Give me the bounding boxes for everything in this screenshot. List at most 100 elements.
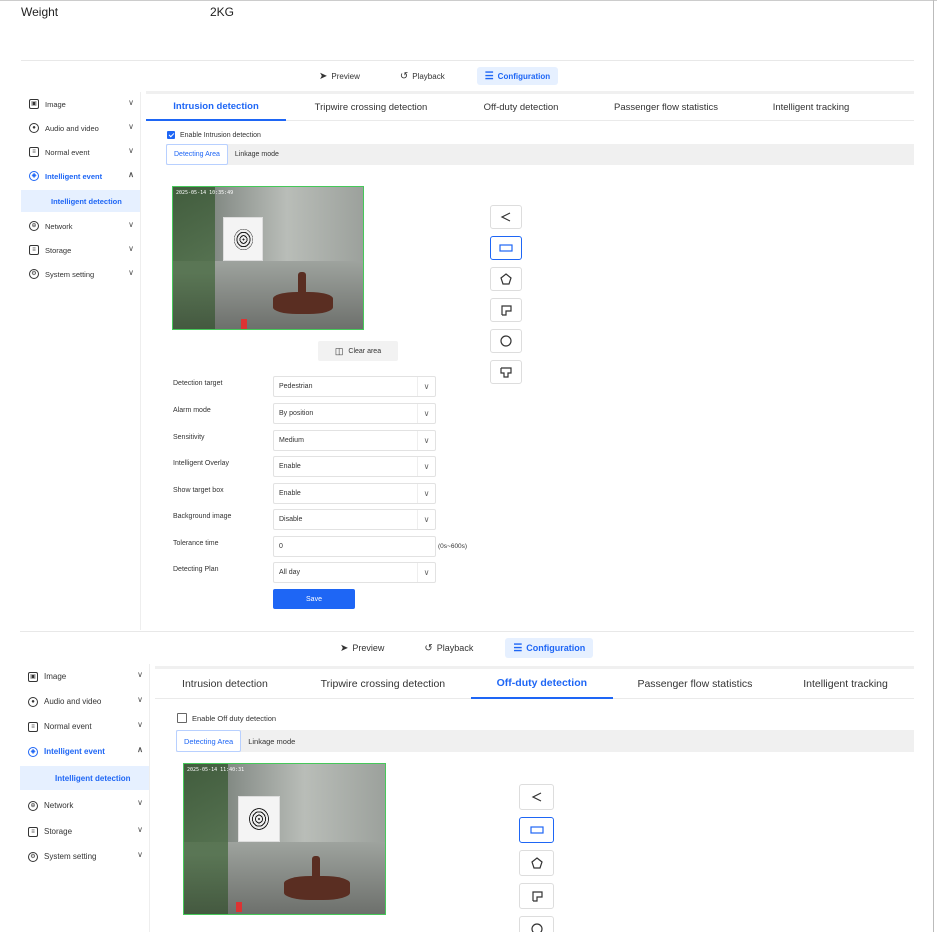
tab-tripwire-crossing-detection[interactable]: Tripwire crossing detection	[286, 94, 456, 121]
enable-intrusion-row[interactable]: Enable Intrusion detection	[167, 131, 261, 139]
clear-area-button[interactable]: ◫ Clear area	[318, 341, 398, 361]
chevron-down-icon: ∨	[137, 825, 143, 834]
draw-rectangle-button[interactable]	[490, 236, 522, 260]
draw-rectangle-button[interactable]	[519, 817, 554, 843]
sidebar-item-network[interactable]: ⊕ Network ∨	[20, 792, 149, 819]
sensitivity-select[interactable]: Medium ∨	[273, 430, 436, 451]
select-value: All day	[279, 569, 301, 576]
sidebar-item-network[interactable]: ⊕ Network ∨	[21, 214, 140, 238]
detection-target-select[interactable]: Pedestrian ∨	[273, 376, 436, 397]
sidebar-item-label: Storage	[45, 245, 72, 255]
tab-off-duty-detection[interactable]: Off-duty detection	[470, 669, 613, 699]
sidebar-item-image[interactable]: ▣ Image ∨	[21, 92, 140, 116]
tab-intelligent-tracking[interactable]: Intelligent tracking	[746, 94, 876, 121]
trash-icon: ◫	[334, 345, 344, 356]
nav-configuration[interactable]: ☰ Configuration	[476, 67, 559, 85]
video-timestamp: 2025-05-14 10:35:49	[176, 190, 234, 196]
intelligent-event-icon: ◈	[29, 171, 39, 181]
input-value: 0	[279, 543, 283, 550]
subtab-linkage-mode[interactable]: Linkage mode	[241, 730, 302, 752]
rectangle-icon	[499, 244, 513, 252]
shape-toolbar	[519, 784, 554, 932]
sidebar-item-system-setting[interactable]: ⚙ System setting ∨	[20, 844, 149, 869]
top-nav-bar: ➤ Preview ↺ Playback ☰ Configuration	[21, 60, 914, 90]
nav-configuration[interactable]: ☰ Configuration	[505, 638, 594, 658]
draw-triangle-button[interactable]	[490, 205, 522, 229]
nav-preview[interactable]: ➤ Preview	[311, 67, 368, 85]
chevron-down-icon: ∨	[417, 404, 435, 423]
sidebar-item-label: Network	[45, 221, 73, 231]
sidebar-item-normal-event[interactable]: ≡ Normal event ∨	[21, 140, 140, 164]
shape-toolbar	[490, 205, 522, 391]
intelligent-overlay-select[interactable]: Enable ∨	[273, 456, 436, 477]
chevron-down-icon: ∨	[137, 670, 143, 679]
save-button[interactable]: Save	[273, 589, 355, 609]
detecting-plan-select[interactable]: All day ∨	[273, 562, 436, 583]
chevron-down-icon: ∨	[128, 146, 134, 155]
preview-icon: ➤	[340, 642, 349, 654]
nav-preview[interactable]: ➤ Preview	[332, 638, 392, 658]
video-preview[interactable]: 2025-05-14 10:35:49	[172, 186, 364, 330]
tab-intrusion-detection[interactable]: Intrusion detection	[155, 669, 295, 699]
subtab-detecting-area[interactable]: Detecting Area	[166, 144, 228, 165]
sidebar-item-system-setting[interactable]: ⚙ System setting ∨	[21, 262, 140, 286]
sidebar-item-storage[interactable]: ≡ Storage ∨	[21, 238, 140, 262]
intelligent-event-icon: ◈	[28, 746, 38, 757]
enable-off-duty-checkbox[interactable]	[177, 713, 187, 723]
chevron-down-icon: ∨	[128, 244, 134, 253]
show-target-box-select[interactable]: Enable ∨	[273, 483, 436, 504]
sidebar-item-storage[interactable]: ≡ Storage ∨	[20, 819, 149, 844]
draw-l-shape-button[interactable]	[519, 883, 554, 909]
tab-tripwire-crossing-detection[interactable]: Tripwire crossing detection	[295, 669, 471, 699]
tab-intrusion-detection[interactable]: Intrusion detection	[146, 94, 286, 121]
sidebar-item-label: Image	[44, 672, 67, 681]
form-label: Show target box	[173, 487, 224, 494]
form-label: Detecting Plan	[173, 566, 219, 573]
tab-intelligent-tracking[interactable]: Intelligent tracking	[777, 669, 914, 699]
background-image-select[interactable]: Disable ∨	[273, 509, 436, 530]
form-row-tolerance-time: Tolerance time 0 (0s~600s)	[173, 536, 473, 558]
select-value: Medium	[279, 437, 304, 444]
alarm-mode-select[interactable]: By position ∨	[273, 403, 436, 424]
tab-passenger-flow-statistics[interactable]: Passenger flow statistics	[613, 669, 777, 699]
sidebar-item-intelligent-event[interactable]: ◈ Intelligent event ∧	[21, 164, 140, 188]
sidebar-subitem-intelligent-detection[interactable]: Intelligent detection	[20, 766, 149, 790]
chevron-down-icon: ∨	[137, 720, 143, 729]
sidebar-item-label: Audio and video	[45, 123, 99, 133]
draw-circle-button[interactable]	[490, 329, 522, 353]
tab-passenger-flow-statistics[interactable]: Passenger flow statistics	[586, 94, 746, 121]
sidebar: ▣ Image ∨ ● Audio and video ∨ ≡ Normal e…	[20, 664, 150, 932]
sidebar-item-label: Audio and video	[44, 697, 102, 706]
sidebar-item-image[interactable]: ▣ Image ∨	[20, 664, 149, 689]
gear-icon: ⚙	[28, 851, 38, 862]
nav-playback[interactable]: ↺ Playback	[392, 67, 453, 85]
storage-icon: ≡	[29, 245, 39, 255]
tab-off-duty-detection[interactable]: Off-duty detection	[456, 94, 586, 121]
image-icon: ▣	[28, 671, 38, 682]
draw-triangle-button[interactable]	[519, 784, 554, 810]
sidebar-item-normal-event[interactable]: ≡ Normal event ∨	[20, 714, 149, 739]
sidebar-item-label: Network	[44, 801, 74, 810]
sidebar-item-label: Storage	[44, 827, 73, 836]
draw-pentagon-button[interactable]	[490, 267, 522, 291]
subtab-detecting-area[interactable]: Detecting Area	[176, 730, 242, 752]
sidebar-item-audio-video[interactable]: ● Audio and video ∨	[21, 116, 140, 140]
chevron-down-icon: ∨	[417, 510, 435, 529]
sidebar-item-audio-video[interactable]: ● Audio and video ∨	[20, 689, 149, 714]
draw-t-shape-button[interactable]	[490, 360, 522, 384]
sidebar-subitem-intelligent-detection[interactable]: Intelligent detection	[21, 190, 140, 212]
sidebar-item-intelligent-event[interactable]: ◈ Intelligent event ∧	[20, 739, 149, 764]
subtab-linkage-mode[interactable]: Linkage mode	[228, 144, 286, 165]
tolerance-time-input[interactable]: 0	[273, 536, 436, 557]
draw-circle-button[interactable]	[519, 916, 554, 932]
form-label: Background image	[173, 513, 232, 520]
enable-intrusion-checkbox[interactable]	[167, 131, 175, 139]
draw-l-shape-button[interactable]	[490, 298, 522, 322]
nav-playback[interactable]: ↺ Playback	[416, 638, 481, 658]
draw-pentagon-button[interactable]	[519, 850, 554, 876]
chevron-down-icon: ∨	[128, 98, 134, 107]
video-preview[interactable]: 2025-05-14 11:40:31	[183, 763, 386, 915]
storage-icon: ≡	[28, 826, 38, 837]
enable-off-duty-row[interactable]: Enable Off duty detection	[177, 713, 276, 723]
select-value: Enable	[279, 463, 301, 470]
